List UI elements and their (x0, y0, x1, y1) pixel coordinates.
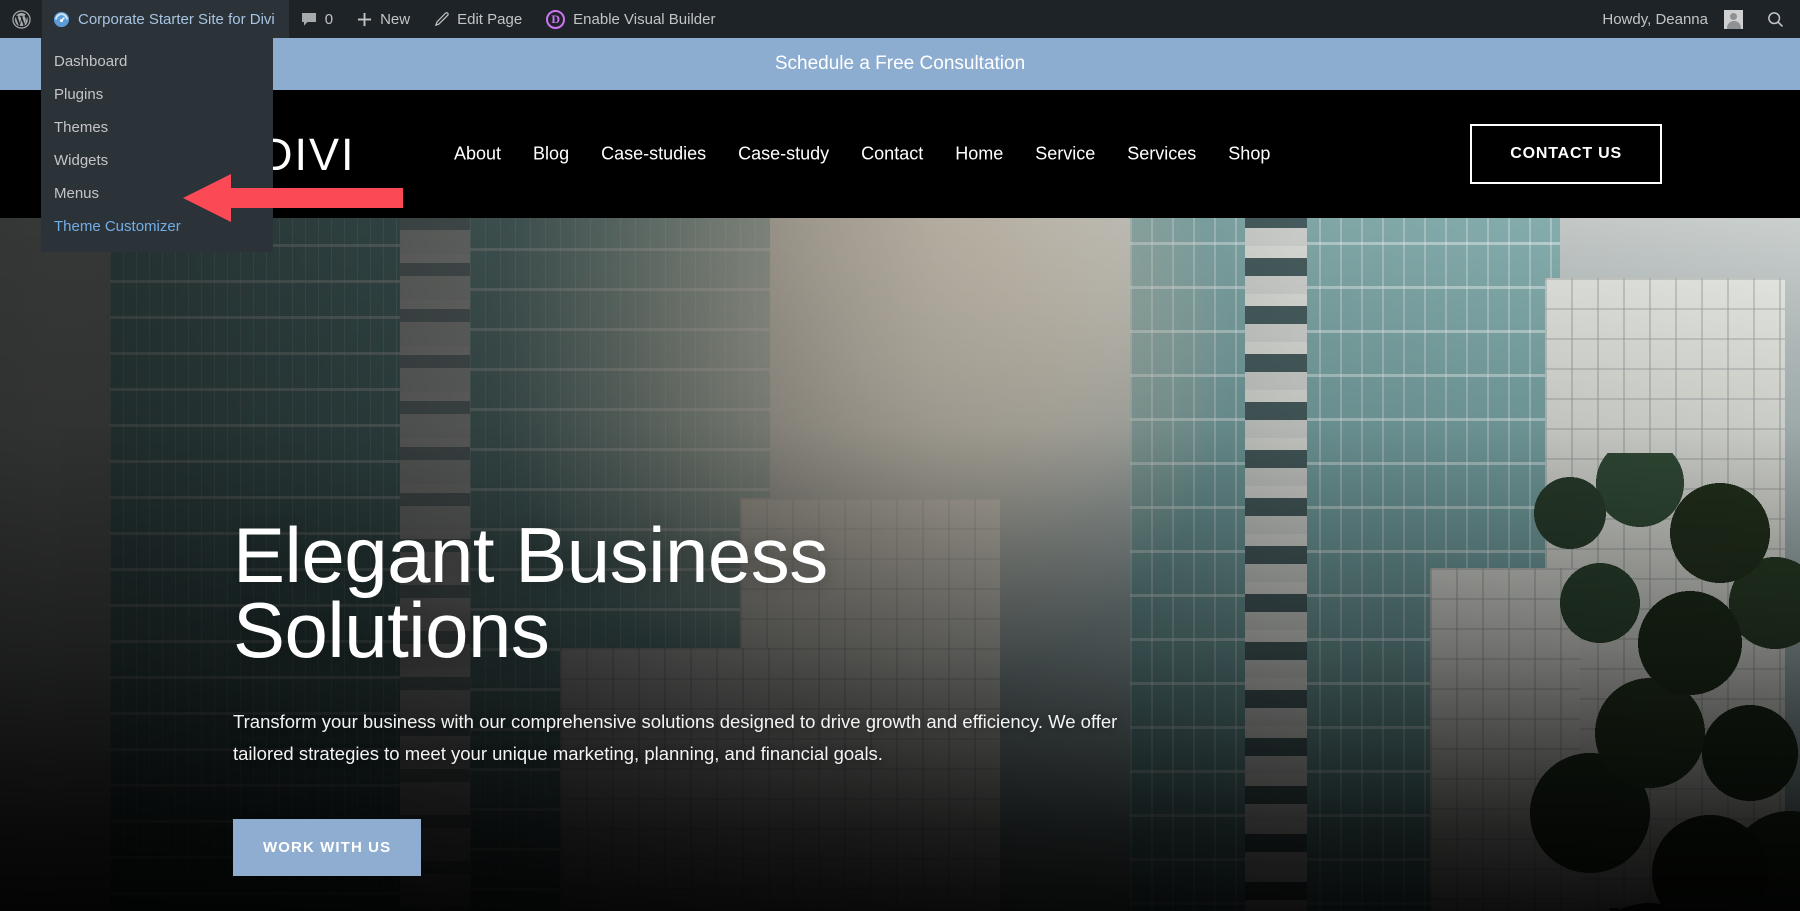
nav-item-blog[interactable]: Blog (517, 144, 585, 165)
wordpress-admin-bar: Corporate Starter Site for Divi 0 New Ed… (0, 0, 1800, 38)
nav-item-case-studies[interactable]: Case-studies (585, 144, 722, 165)
divi-d-icon: D (546, 10, 565, 29)
site-name-menu[interactable]: Corporate Starter Site for Divi (42, 0, 289, 38)
new-label: New (380, 11, 410, 28)
plus-icon (357, 12, 372, 27)
pencil-icon (434, 12, 449, 27)
dropdown-item-plugins[interactable]: Plugins (41, 78, 273, 111)
nav-item-service[interactable]: Service (1019, 144, 1111, 165)
site-logo-text: DIVI (260, 132, 356, 177)
hero-subtitle: Transform your business with our compreh… (233, 706, 1158, 770)
wordpress-logo-icon (12, 10, 31, 29)
comments-menu[interactable]: 0 (289, 0, 345, 38)
edit-page-label: Edit Page (457, 11, 522, 28)
dropdown-item-widgets[interactable]: Widgets (41, 144, 273, 177)
nav-item-case-study[interactable]: Case-study (722, 144, 845, 165)
comments-count: 0 (325, 11, 333, 28)
browser-viewport: Elegant Business Solutions Transform you… (0, 0, 1800, 911)
site-name-label: Corporate Starter Site for Divi (78, 11, 275, 28)
howdy-label: Howdy, Deanna (1590, 11, 1716, 28)
enable-visual-builder-menu[interactable]: D Enable Visual Builder (534, 0, 727, 38)
new-content-menu[interactable]: New (345, 0, 422, 38)
dashboard-speedometer-icon (53, 11, 70, 28)
admin-search-button[interactable] (1755, 11, 1800, 28)
nav-item-home[interactable]: Home (939, 144, 1019, 165)
contact-us-button[interactable]: CONTACT US (1470, 124, 1662, 184)
hero-section: Elegant Business Solutions Transform you… (0, 218, 1800, 911)
consultation-banner-text: Schedule a Free Consultation (775, 53, 1025, 75)
edit-page-menu[interactable]: Edit Page (422, 0, 534, 38)
nav-item-about[interactable]: About (438, 144, 517, 165)
annotation-arrow-icon (183, 174, 403, 222)
hero-title: Elegant Business Solutions (233, 518, 1233, 668)
primary-navigation: About Blog Case-studies Case-study Conta… (438, 144, 1286, 165)
dropdown-item-themes[interactable]: Themes (41, 111, 273, 144)
nav-item-contact[interactable]: Contact (845, 144, 939, 165)
nav-item-shop[interactable]: Shop (1212, 144, 1286, 165)
work-with-us-button[interactable]: WORK WITH US (233, 819, 421, 876)
hero-title-line-2: Solutions (233, 586, 549, 674)
enable-visual-builder-label: Enable Visual Builder (573, 11, 715, 28)
wp-logo-menu[interactable] (0, 0, 42, 38)
my-account-menu[interactable]: Howdy, Deanna (1578, 0, 1755, 38)
admin-bar-right-group: Howdy, Deanna (1578, 0, 1800, 38)
search-icon (1767, 11, 1784, 28)
dropdown-item-dashboard[interactable]: Dashboard (41, 45, 273, 78)
nav-item-services[interactable]: Services (1111, 144, 1212, 165)
comment-bubble-icon (301, 12, 317, 27)
hero-content: Elegant Business Solutions Transform you… (233, 518, 1233, 876)
avatar (1724, 10, 1743, 29)
